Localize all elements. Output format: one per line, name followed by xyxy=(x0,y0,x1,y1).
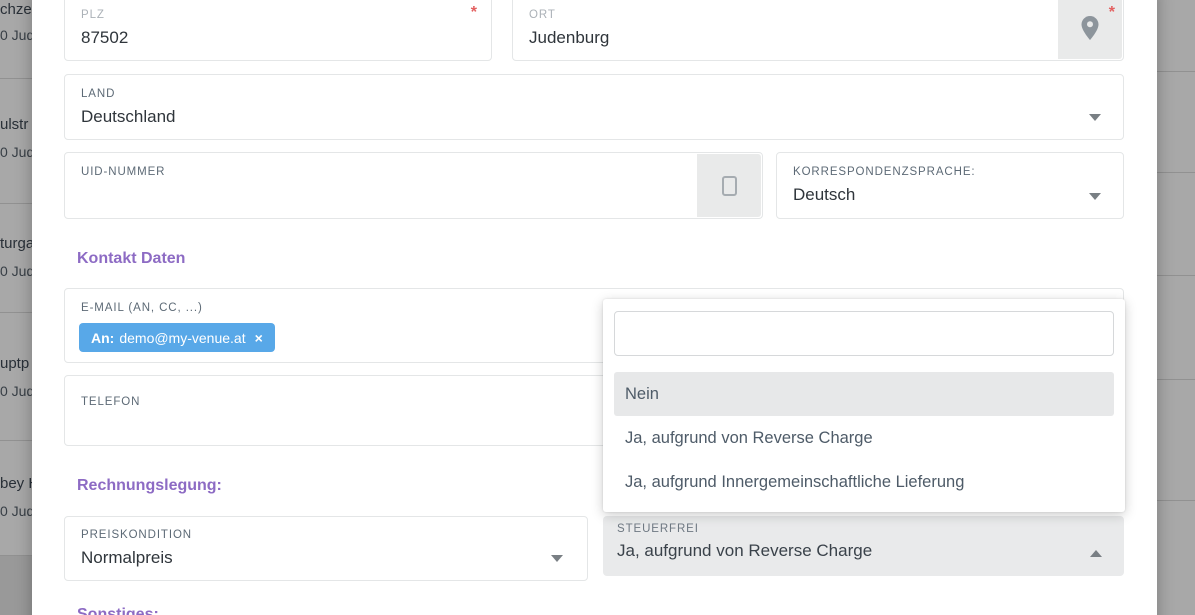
korrespondenzsprache-label: KORRESPONDENZSPRACHE: xyxy=(793,166,1107,178)
chevron-down-icon xyxy=(1089,193,1101,200)
preiskondition-select[interactable]: PREISKONDITION Normalpreis xyxy=(64,516,588,581)
chevron-down-icon xyxy=(551,555,563,562)
dropdown-option-nein[interactable]: Nein xyxy=(614,372,1114,416)
email-chip-prefix: An: xyxy=(91,330,114,346)
land-value[interactable]: Deutschland xyxy=(81,107,1107,127)
checkbox-icon[interactable] xyxy=(722,176,737,196)
plz-label: PLZ xyxy=(81,9,475,21)
uid-nummer-label: UID-NUMMER xyxy=(81,166,746,178)
ort-label: ORT xyxy=(529,9,1107,21)
steuerfrei-label: STEUERFREI xyxy=(617,523,1110,535)
plz-field[interactable]: PLZ 87502 * xyxy=(64,0,492,61)
section-heading-rechnungslegung: Rechnungslegung: xyxy=(77,477,222,495)
land-select[interactable]: LAND Deutschland xyxy=(64,74,1124,140)
email-chip[interactable]: An: demo@my-venue.at × xyxy=(79,323,275,352)
section-heading-sonstiges: Sonstiges: xyxy=(77,606,159,615)
uid-check-button[interactable] xyxy=(697,154,761,217)
korrespondenzsprache-select[interactable]: KORRESPONDENZSPRACHE: Deutsch xyxy=(776,152,1124,219)
steuerfrei-select[interactable]: STEUERFREI Ja, aufgrund von Reverse Char… xyxy=(603,516,1124,576)
email-chip-value: demo@my-venue.at xyxy=(119,330,245,346)
chip-remove-icon[interactable]: × xyxy=(255,330,263,346)
chevron-down-icon xyxy=(1089,114,1101,121)
ort-field[interactable]: ORT Judenburg * xyxy=(512,0,1124,61)
steuerfrei-dropdown-panel: Nein Ja, aufgrund von Reverse Charge Ja,… xyxy=(603,299,1125,512)
chevron-up-icon xyxy=(1090,550,1102,557)
dropdown-option-reverse-charge[interactable]: Ja, aufgrund von Reverse Charge xyxy=(614,416,1114,460)
required-asterisk-icon: * xyxy=(471,4,477,22)
korrespondenzsprache-value[interactable]: Deutsch xyxy=(793,185,1107,205)
preiskondition-value[interactable]: Normalpreis xyxy=(81,548,571,568)
required-asterisk-icon: * xyxy=(1109,4,1115,22)
section-heading-kontakt-daten: Kontakt Daten xyxy=(77,250,185,268)
preiskondition-label: PREISKONDITION xyxy=(81,529,571,541)
steuerfrei-value[interactable]: Ja, aufgrund von Reverse Charge xyxy=(617,541,1110,561)
land-label: LAND xyxy=(81,88,1107,100)
map-pin-icon xyxy=(1080,15,1100,41)
dropdown-search-input[interactable] xyxy=(614,311,1114,356)
dropdown-option-innergemeinschaftliche-lieferung[interactable]: Ja, aufgrund Innergemeinschaftliche Lief… xyxy=(614,460,1114,504)
ort-value[interactable]: Judenburg xyxy=(529,28,1107,48)
plz-value[interactable]: 87502 xyxy=(81,28,475,48)
uid-nummer-field[interactable]: UID-NUMMER xyxy=(64,152,763,219)
